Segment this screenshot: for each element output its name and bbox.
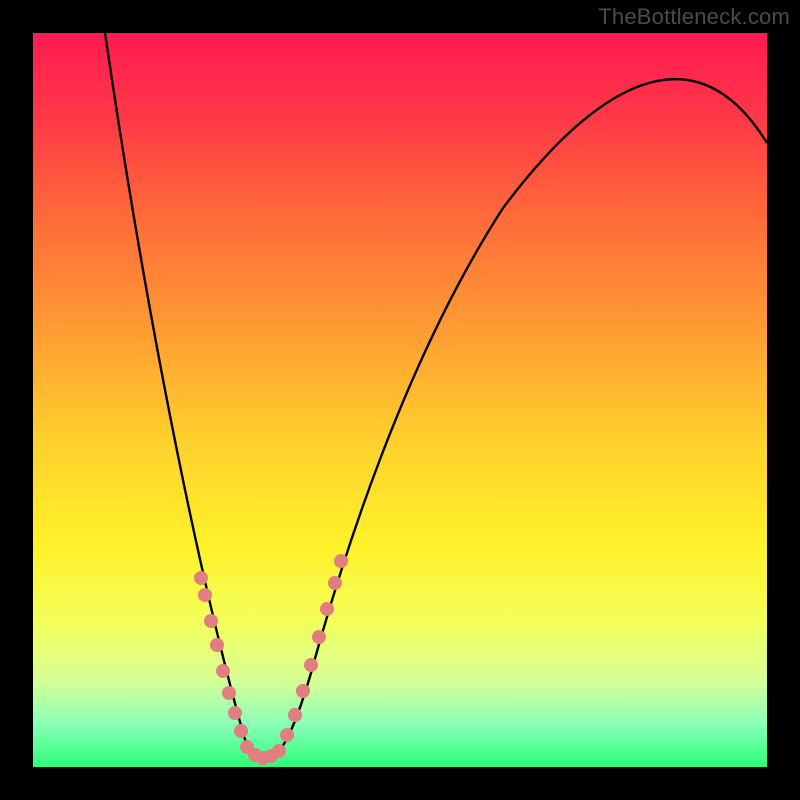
data-point-dot [194,571,208,585]
data-point-dot [304,658,318,672]
data-point-dot [312,630,326,644]
data-point-dot [198,588,212,602]
data-point-dot [296,684,310,698]
data-point-dot [234,724,248,738]
data-point-dot [280,728,294,742]
data-point-dot [272,744,286,758]
watermark-text: TheBottleneck.com [598,4,790,30]
data-point-dot [328,576,342,590]
data-point-dot [216,664,230,678]
data-point-dot [222,686,236,700]
data-point-dot [288,708,302,722]
data-point-dot [320,602,334,616]
data-point-dot [334,554,348,568]
v-curve [33,33,767,767]
data-point-dot [204,614,218,628]
plot-area [33,33,767,767]
data-point-dot [210,638,224,652]
data-point-dot [228,706,242,720]
outer-frame: TheBottleneck.com [0,0,800,800]
